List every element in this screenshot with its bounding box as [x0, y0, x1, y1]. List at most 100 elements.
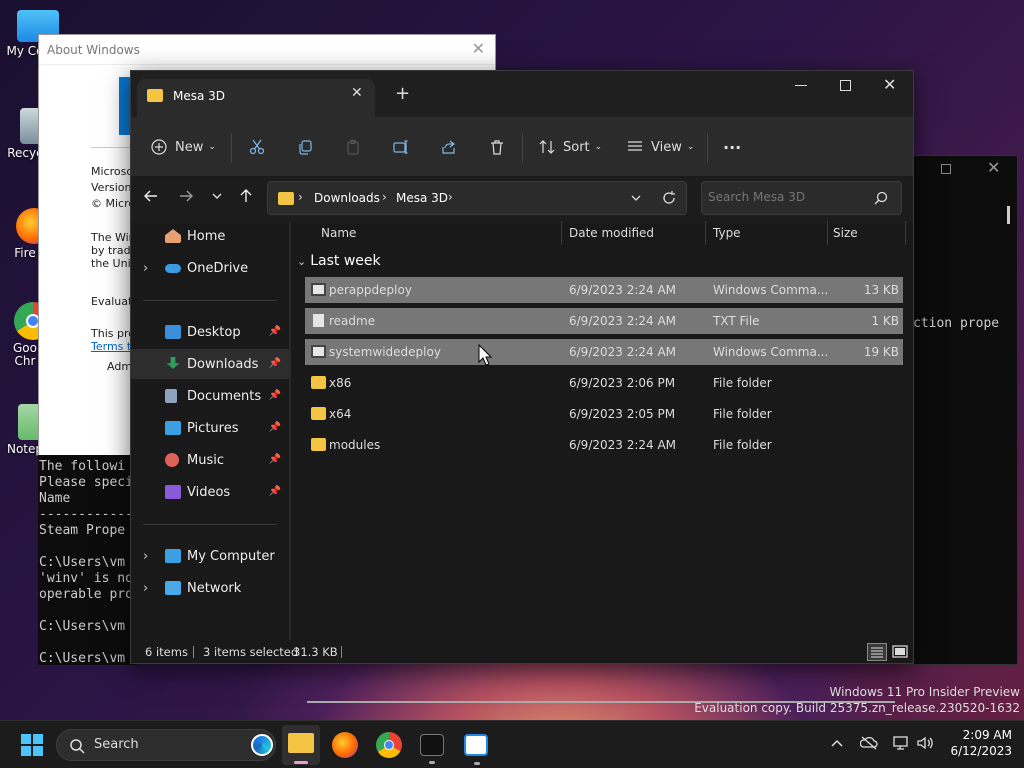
pin-icon[interactable]: 📌 — [269, 358, 281, 369]
picture-icon — [165, 421, 181, 435]
volume-icon[interactable] — [916, 735, 934, 751]
show-hidden-icons-chevron-icon[interactable] — [830, 737, 844, 749]
chevron-right-icon[interactable]: › — [143, 261, 148, 276]
taskbar-app-firefox[interactable] — [332, 732, 358, 758]
breadcrumb-downloads[interactable]: Downloads — [314, 191, 380, 205]
taskbar-app-explorer[interactable] — [282, 725, 320, 765]
column-divider[interactable] — [705, 221, 706, 245]
new-tab-button[interactable]: + — [395, 83, 410, 104]
nav-item-onedrive[interactable]: › OneDrive — [131, 253, 289, 283]
tab-mesa-3d[interactable]: Mesa 3D ✕ — [137, 79, 375, 117]
new-button[interactable]: New ⌄ — [151, 117, 216, 177]
column-header-name[interactable]: Name — [321, 221, 356, 245]
nav-item-my-computer[interactable]: › My Computer — [131, 541, 289, 571]
nav-item-label: Videos — [187, 484, 231, 500]
close-icon[interactable]: ✕ — [472, 39, 485, 58]
console-window-back[interactable]: ✕ ction prope — [906, 155, 1018, 665]
bing-icon[interactable] — [251, 734, 273, 756]
view-list-icon — [628, 141, 642, 151]
chevron-down-icon: ⌄ — [208, 142, 216, 152]
home-icon — [165, 229, 181, 243]
address-dropdown-icon[interactable] — [630, 191, 642, 205]
file-row[interactable]: readme 6/9/2023 2:24 AM TXT File 1 KB — [305, 308, 903, 334]
recent-locations-chevron-icon[interactable] — [211, 188, 223, 204]
chevron-right-icon[interactable]: › — [143, 581, 148, 596]
pin-icon[interactable]: 📌 — [269, 454, 281, 465]
search-box[interactable] — [701, 181, 902, 215]
taskbar-app-chrome[interactable] — [376, 732, 402, 758]
video-icon — [165, 485, 181, 499]
nav-item-pictures[interactable]: Pictures 📌 — [131, 413, 289, 443]
taskbar-search-box[interactable]: Search — [56, 729, 276, 761]
address-bar[interactable]: › Downloads › Mesa 3D › — [267, 181, 687, 215]
music-icon — [165, 453, 179, 467]
file-size: 1 KB — [871, 314, 899, 328]
pin-icon[interactable]: 📌 — [269, 390, 281, 401]
nav-item-home[interactable]: Home — [131, 221, 289, 251]
pin-icon[interactable]: 📌 — [269, 422, 281, 433]
column-divider[interactable] — [561, 221, 562, 245]
refresh-icon[interactable] — [662, 190, 676, 206]
nav-item-desktop[interactable]: Desktop 📌 — [131, 317, 289, 347]
share-button[interactable] — [441, 117, 457, 177]
dialog-title: About Windows — [39, 35, 495, 65]
maximize-icon[interactable] — [941, 164, 951, 174]
close-tab-icon[interactable]: ✕ — [351, 85, 363, 101]
more-options-button[interactable]: ··· — [723, 117, 741, 177]
file-row[interactable]: perappdeploy 6/9/2023 2:24 AM Windows Comm… — [305, 277, 903, 303]
column-header-size[interactable]: Size — [833, 221, 858, 245]
search-input[interactable] — [708, 190, 868, 204]
start-button[interactable] — [20, 733, 44, 757]
nav-item-network[interactable]: › Network — [131, 573, 289, 603]
taskbar-app-about-windows[interactable] — [464, 734, 488, 765]
group-header-last-week[interactable]: ⌄ Last week — [297, 253, 381, 269]
onedrive-tray-icon[interactable] — [860, 735, 878, 751]
column-header-type[interactable]: Type — [713, 221, 741, 245]
rename-button[interactable] — [393, 117, 409, 177]
title-bar[interactable]: Mesa 3D ✕ + ✕ — [131, 71, 913, 117]
details-view-button[interactable] — [867, 643, 887, 661]
download-arrow-icon — [166, 357, 180, 369]
minimize-icon[interactable] — [795, 85, 807, 86]
nav-item-documents[interactable]: Documents 📌 — [131, 381, 289, 411]
file-row[interactable]: x86 6/9/2023 2:06 PM File folder — [305, 370, 903, 396]
file-explorer-window[interactable]: Mesa 3D ✕ + ✕ New ⌄ Sort ⌄ View ⌄ ··· › … — [130, 70, 914, 703]
clock[interactable]: 2:09 AM 6/12/2023 — [946, 727, 1012, 759]
taskbar-search-label: Search — [94, 737, 139, 752]
tiles-view-button[interactable] — [891, 643, 909, 661]
close-icon[interactable]: ✕ — [987, 158, 1000, 177]
chevron-right-icon[interactable]: › — [143, 549, 148, 564]
file-row[interactable]: modules 6/9/2023 2:24 AM File folder — [305, 432, 903, 458]
close-icon[interactable]: ✕ — [883, 75, 896, 94]
paste-button[interactable] — [345, 117, 361, 177]
cut-button[interactable] — [249, 117, 265, 177]
nav-item-downloads[interactable]: Downloads 📌 — [131, 349, 289, 379]
pin-icon[interactable]: 📌 — [269, 326, 281, 337]
about-text: Version — [91, 181, 132, 194]
maximize-icon[interactable] — [840, 80, 851, 91]
nav-item-videos[interactable]: Videos 📌 — [131, 477, 289, 507]
up-arrow-icon[interactable] — [238, 188, 254, 204]
search-icon[interactable] — [874, 191, 888, 205]
back-arrow-icon[interactable] — [143, 188, 159, 204]
nav-item-music[interactable]: Music 📌 — [131, 445, 289, 475]
column-header-date[interactable]: Date modified — [569, 221, 654, 245]
view-button[interactable]: View ⌄ — [627, 117, 694, 177]
network-tray-icon[interactable] — [892, 735, 910, 751]
file-name: modules — [329, 438, 381, 452]
console-line: operable pro — [39, 587, 133, 602]
file-type: TXT File — [713, 314, 760, 328]
sort-button[interactable]: Sort ⌄ — [539, 117, 602, 177]
copy-button[interactable] — [297, 117, 313, 177]
file-row[interactable]: x64 6/9/2023 2:05 PM File folder — [305, 401, 903, 427]
column-divider[interactable] — [827, 221, 828, 245]
scrollbar-thumb[interactable] — [1007, 206, 1010, 224]
forward-arrow-icon[interactable] — [178, 188, 194, 204]
file-name: readme — [329, 314, 376, 328]
breadcrumb-mesa-3d[interactable]: Mesa 3D — [396, 191, 448, 205]
file-row[interactable]: systemwidedeploy 6/9/2023 2:24 AM Windows … — [305, 339, 903, 365]
pin-icon[interactable]: 📌 — [269, 486, 281, 497]
delete-button[interactable] — [489, 117, 505, 177]
console-window-front[interactable]: The followi Please speci Name ------------ S… — [38, 455, 138, 665]
taskbar-app-terminal[interactable] — [420, 734, 444, 764]
